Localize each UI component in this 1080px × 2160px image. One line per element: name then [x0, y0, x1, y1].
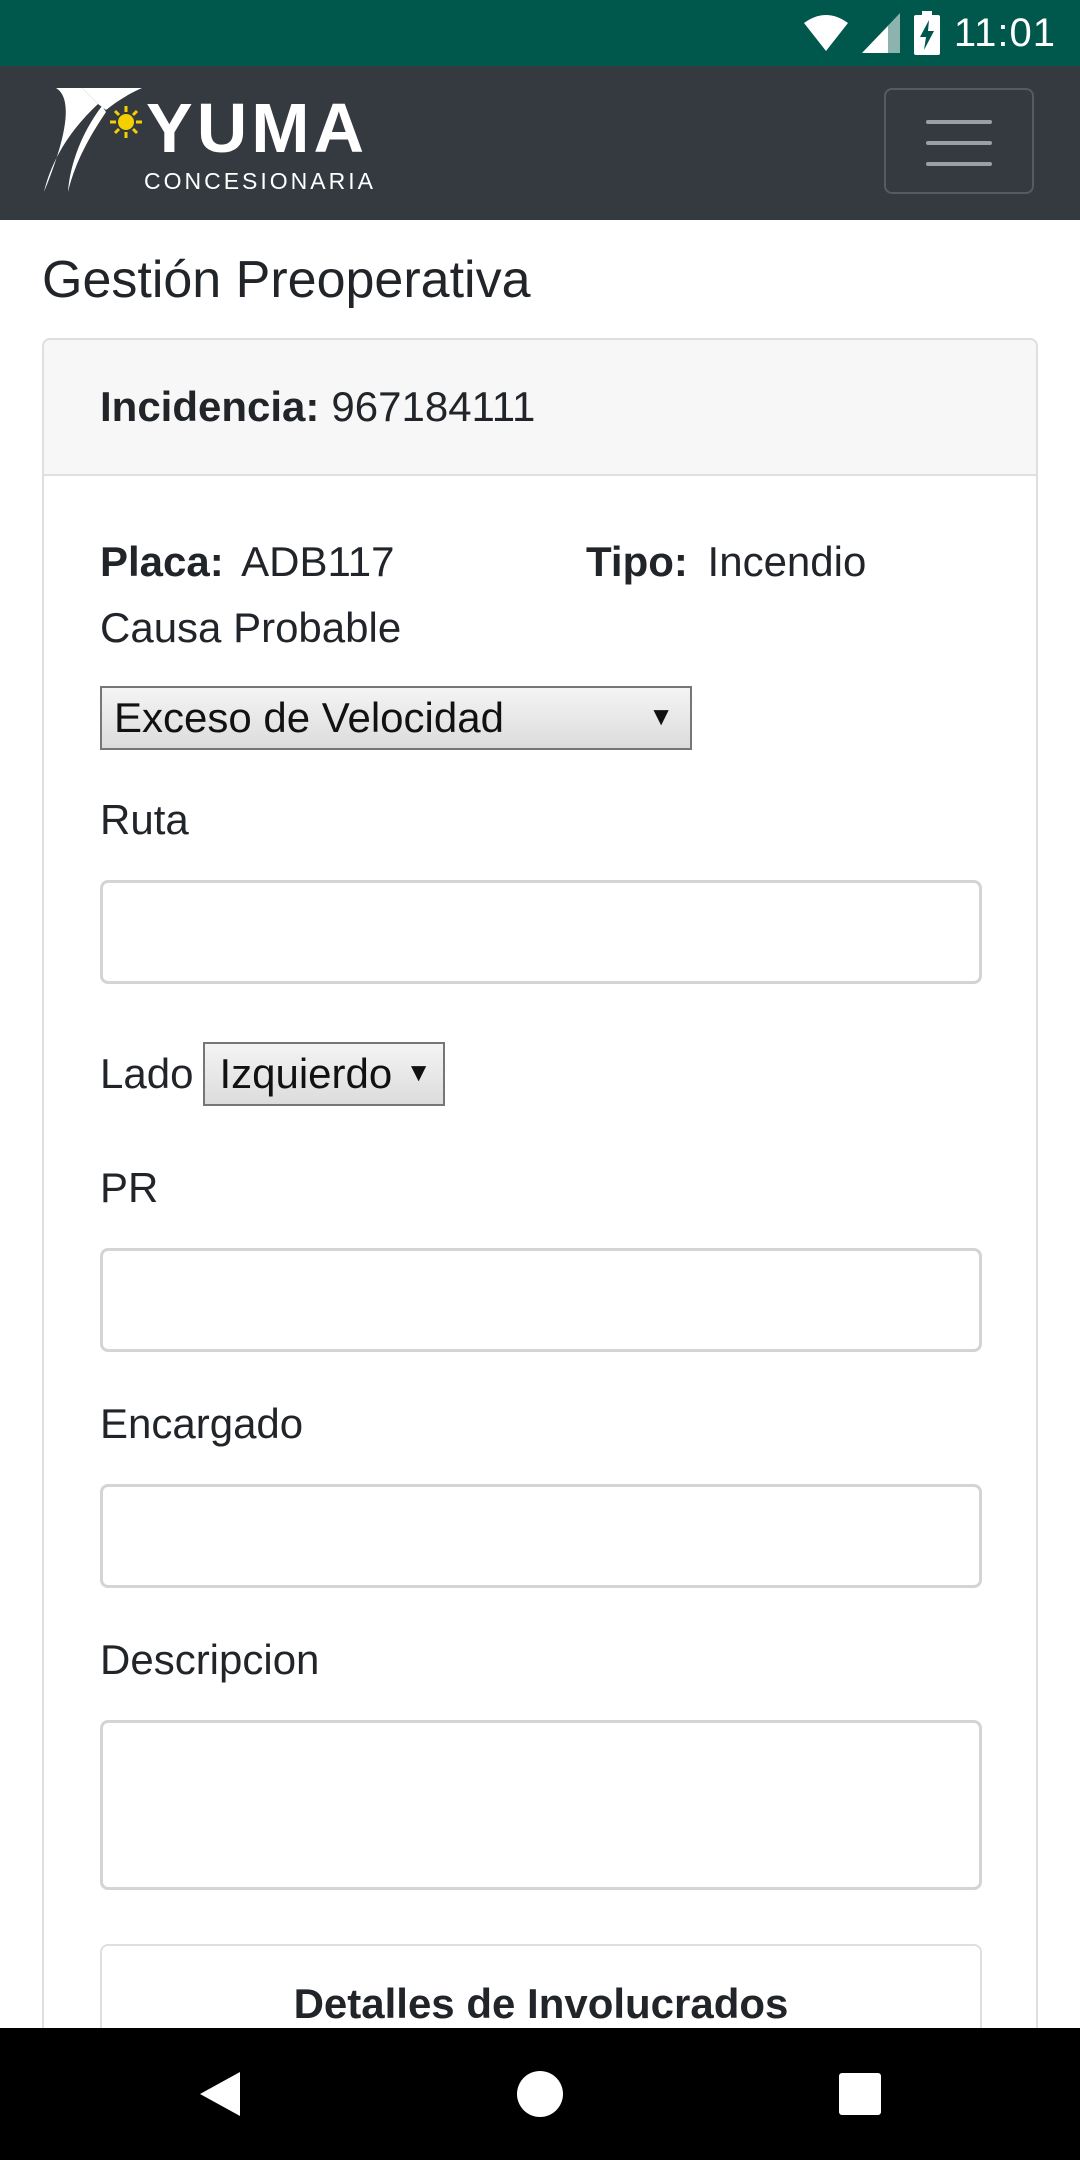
- dropdown-arrow-icon: ▼: [648, 700, 674, 731]
- home-icon[interactable]: [516, 2070, 564, 2118]
- status-bar: 11:01: [0, 0, 1080, 66]
- hamburger-menu-icon: [926, 141, 992, 145]
- logo-title: YUMA: [146, 89, 369, 167]
- recents-icon[interactable]: [838, 2072, 882, 2116]
- causa-probable-selected: Exceso de Velocidad: [114, 694, 504, 741]
- road-logo-icon: [44, 88, 142, 192]
- tipo-label: Tipo:: [586, 538, 688, 585]
- placa-label: Placa:: [100, 538, 224, 585]
- causa-probable-select[interactable]: Exceso de Velocidad ▼: [100, 686, 692, 750]
- descripcion-textarea[interactable]: [100, 1720, 982, 1890]
- descripcion-label: Descripcion: [100, 1636, 320, 1683]
- ruta-input[interactable]: [100, 880, 982, 984]
- causa-probable-label: Causa Probable: [100, 604, 402, 651]
- logo-subtitle: CONCESIONARIA: [144, 168, 376, 194]
- top-navbar: YUMA CONCESIONARIA: [0, 66, 1080, 220]
- yuma-logo[interactable]: YUMA CONCESIONARIA: [42, 88, 462, 196]
- hamburger-menu-icon: [926, 120, 992, 124]
- hamburger-menu-button[interactable]: [884, 88, 1034, 194]
- placa-value: ADB117: [241, 538, 395, 585]
- encargado-input[interactable]: [100, 1484, 982, 1588]
- back-icon[interactable]: [198, 2070, 242, 2118]
- incident-card: Incidencia: 967184111 Placa: ADB117 Tipo…: [42, 338, 1038, 2058]
- status-icons: 11:01: [803, 8, 1056, 58]
- lado-label: Lado: [100, 1050, 194, 1097]
- system-nav-bar: [0, 2028, 1080, 2160]
- hamburger-menu-icon: [926, 162, 992, 166]
- card-header: Incidencia: 967184111: [44, 340, 1036, 476]
- status-time: 11:01: [953, 10, 1056, 55]
- incidencia-value: 967184111: [331, 383, 536, 430]
- signal-icon: [861, 13, 900, 53]
- page-title: Gestión Preoperativa: [42, 251, 531, 309]
- pr-label: PR: [100, 1164, 159, 1211]
- lado-row: Lado Izquierdo ▼: [100, 1042, 446, 1106]
- tipo-value: Incendio: [707, 538, 867, 585]
- incidencia-label: Incidencia:: [100, 383, 320, 430]
- encargado-label: Encargado: [100, 1400, 304, 1447]
- lado-select[interactable]: Izquierdo ▼: [203, 1042, 446, 1106]
- dropdown-arrow-icon: ▼: [405, 1056, 432, 1087]
- lado-selected: Izquierdo: [219, 1050, 393, 1097]
- ruta-label: Ruta: [100, 796, 189, 843]
- pr-input[interactable]: [100, 1248, 982, 1352]
- wifi-icon: [803, 15, 848, 51]
- battery-charging-icon: [913, 11, 940, 55]
- placa-tipo-row: Placa: ADB117 Tipo: Incendio: [100, 538, 866, 586]
